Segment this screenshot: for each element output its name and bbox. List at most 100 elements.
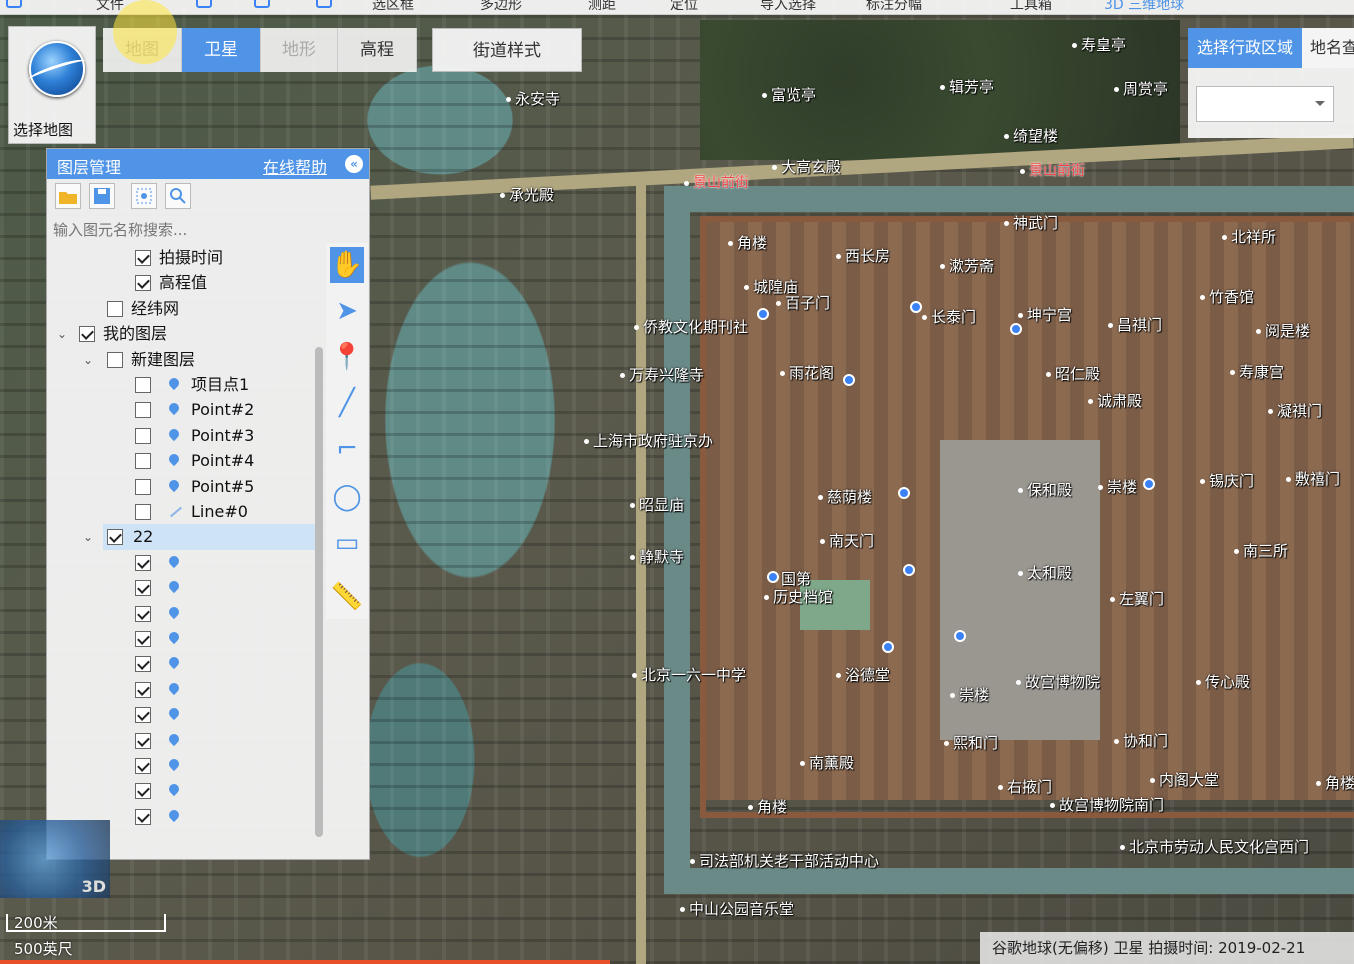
layer-checkbox[interactable] (135, 681, 151, 698)
toolbar-item[interactable]: 导入选择 (760, 0, 816, 14)
search-icon[interactable] (165, 183, 191, 209)
map-selector[interactable]: 选择地图 (8, 26, 96, 144)
layer-checkbox[interactable] (135, 427, 151, 444)
layer-checkbox[interactable] (135, 554, 151, 571)
map-point-marker[interactable] (954, 630, 966, 642)
hand-icon[interactable] (316, 0, 332, 8)
toolbar-item[interactable]: 标注分幅 (866, 0, 922, 14)
open-folder-icon[interactable] (55, 183, 81, 209)
polyline-icon[interactable]: ⌐ (330, 431, 364, 467)
layer-tree-row[interactable] (47, 677, 317, 703)
layer-tree-row[interactable] (47, 575, 317, 601)
rectangle-icon[interactable]: ▭ (330, 525, 364, 561)
poi-dot-icon (684, 180, 689, 186)
tab-select-region[interactable]: 选择行政区域 (1188, 28, 1302, 68)
layer-checkbox[interactable] (135, 707, 151, 724)
layer-tree-row[interactable] (47, 651, 317, 677)
layer-tree-row[interactable] (47, 778, 317, 804)
select-features-icon[interactable] (131, 183, 157, 209)
wifi-icon[interactable] (6, 0, 22, 8)
map-point-marker[interactable] (898, 487, 910, 499)
layer-checkbox[interactable] (135, 453, 151, 470)
layer-checkbox[interactable] (79, 326, 95, 343)
map-point-marker[interactable] (1143, 478, 1155, 490)
layer-checkbox[interactable] (135, 377, 151, 393)
expand-chevron-icon[interactable]: ⌄ (83, 524, 93, 550)
ruler-icon[interactable]: 📏 (330, 579, 364, 615)
layer-tree-row[interactable]: Point#5 (47, 474, 317, 500)
mini-globe[interactable]: 3D (0, 820, 110, 898)
street-style-button[interactable]: 街道样式 (432, 28, 582, 72)
tab-satellite[interactable]: 卫星 (182, 28, 261, 72)
line-icon[interactable]: ╱ (330, 385, 364, 421)
layer-checkbox[interactable] (135, 783, 151, 800)
map-pin-icon[interactable]: 📍 (330, 339, 364, 375)
layer-checkbox[interactable] (135, 402, 151, 419)
map-point-marker[interactable] (767, 571, 779, 583)
tab-elevation[interactable]: 高程 (338, 28, 417, 72)
tab-terrain[interactable]: 地形 (261, 28, 338, 72)
layer-checkbox[interactable] (135, 631, 151, 647)
layer-checkbox[interactable] (135, 656, 151, 673)
layer-tree-scrollbar[interactable] (315, 347, 323, 837)
layer-checkbox[interactable] (135, 275, 151, 292)
toolbar-item[interactable]: 定位 (670, 0, 698, 14)
map-point-marker[interactable] (843, 374, 855, 386)
toolbar-item[interactable]: 多边形 (480, 0, 522, 14)
save-icon[interactable] (89, 183, 115, 209)
zoom-in-icon[interactable] (196, 0, 212, 8)
map-point-marker[interactable] (903, 564, 915, 576)
layer-checkbox[interactable] (135, 478, 151, 495)
layer-tree-row[interactable]: ⌄ 新建图层 (47, 347, 317, 373)
map-label: 周赏亭 (1114, 78, 1168, 99)
tab-place-search[interactable]: 地名查 (1302, 28, 1354, 68)
layer-tree-row[interactable]: Point#2 (47, 397, 317, 423)
layer-tree-row[interactable]: 项目点1 (47, 372, 317, 398)
layer-checkbox[interactable] (135, 605, 151, 622)
layer-search-input[interactable] (51, 215, 325, 245)
map-point-marker[interactable] (757, 308, 769, 320)
expand-chevron-icon[interactable]: ⌄ (83, 347, 93, 373)
layer-tree-row[interactable] (47, 702, 317, 728)
layer-checkbox[interactable] (135, 250, 151, 266)
pointer-arrow-icon[interactable]: ➤ (330, 293, 364, 329)
scale-bar (6, 930, 166, 932)
layer-checkbox[interactable] (135, 808, 151, 825)
toolbar-item[interactable]: 测距 (588, 0, 616, 14)
layer-checkbox[interactable] (107, 529, 123, 546)
toolbar-item[interactable]: 工具箱 (1010, 0, 1052, 14)
map-point-marker[interactable] (910, 301, 922, 313)
point-marker-icon (166, 731, 182, 746)
circle-icon[interactable]: ◯ (330, 479, 364, 515)
layer-tree-row[interactable]: ⌄ 22 (83, 524, 315, 551)
layer-tree-row[interactable] (47, 728, 317, 754)
layer-checkbox[interactable] (135, 732, 151, 749)
expand-chevron-icon[interactable]: ⌄ (57, 321, 67, 347)
region-select[interactable] (1196, 86, 1334, 122)
layer-tree-row[interactable]: Line#0 (47, 499, 317, 525)
map-point-marker[interactable] (1010, 323, 1022, 335)
collapse-icon[interactable]: « (345, 155, 363, 173)
layer-tree-row[interactable] (47, 626, 317, 652)
layer-tree-row[interactable] (47, 753, 317, 779)
toolbar-item[interactable]: 选区框 (372, 0, 414, 14)
online-help-link[interactable]: 在线帮助 (263, 154, 327, 178)
layer-tree-row[interactable]: Point#4 (47, 448, 317, 474)
layer-checkbox[interactable] (135, 504, 151, 520)
hand-pan-icon[interactable]: ✋ (330, 247, 364, 283)
zoom-out-icon[interactable] (254, 0, 270, 8)
toolbar-item[interactable]: 3D 三维地球 (1104, 0, 1184, 14)
layer-checkbox[interactable] (135, 580, 151, 597)
layer-checkbox[interactable] (107, 300, 123, 317)
layer-tree-row[interactable] (47, 601, 317, 627)
poi-dot-icon (1072, 43, 1077, 48)
layer-checkbox[interactable] (135, 758, 151, 774)
layer-tree-row[interactable]: ⌄ 我的图层 (47, 321, 317, 347)
layer-tree-row[interactable]: 经纬网 (47, 296, 317, 322)
layer-tree-row[interactable]: 拍摄时间 (47, 245, 317, 271)
layer-tree-row[interactable]: 高程值 (47, 270, 317, 296)
layer-tree-row[interactable]: Point#3 (47, 423, 317, 449)
layer-tree-row[interactable] (47, 550, 317, 576)
map-point-marker[interactable] (882, 641, 894, 653)
layer-checkbox[interactable] (107, 351, 123, 368)
